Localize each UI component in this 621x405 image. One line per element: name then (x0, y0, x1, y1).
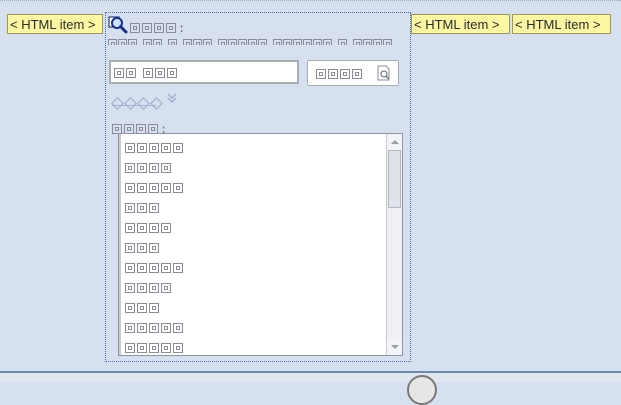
list-item[interactable]: □□□ (125, 237, 384, 257)
search-input[interactable]: □□ □□□ (109, 60, 299, 84)
document-search-icon (377, 65, 390, 81)
advanced-options-link[interactable]: ◇◇◇◇ (111, 93, 172, 110)
list-item[interactable]: □□□□□ (125, 317, 384, 337)
list-item[interactable]: □□□ (125, 197, 384, 217)
scroll-thumb[interactable] (388, 150, 401, 208)
list-item[interactable]: □□□□ (125, 157, 384, 177)
list-items: □□□□□ □□□□ □□□□□ □□□ □□□□ □□□ □□□□□ □□□□… (125, 137, 384, 355)
panel-title: : □□□□: (130, 17, 194, 35)
panel-subtitle: □□□ □□ □ □□□ □□□□□ □□□□□□ □ □□□□ (108, 33, 408, 45)
advanced-link-underline (112, 105, 156, 106)
chevron-down-icon[interactable] (166, 92, 178, 104)
list-item[interactable]: □□□□□ (125, 257, 384, 277)
list-item[interactable]: □□□□ (125, 217, 384, 237)
bottom-bar (0, 371, 621, 382)
search-button[interactable]: □□□□ (307, 60, 399, 86)
search-panel: : □□□□: □□□ □□ □ □□□ □□□□□ □□□□□□ □ □□□□… (105, 12, 411, 362)
html-item-placeholder[interactable]: < HTML item > (512, 14, 611, 34)
list-item[interactable]: □□□□□ (125, 177, 384, 197)
scroll-down-arrow-icon[interactable] (387, 339, 402, 355)
scroll-up-arrow-icon[interactable] (387, 134, 402, 150)
results-listbox[interactable]: □□□□□ □□□□ □□□□□ □□□ □□□□ □□□ □□□□□ □□□□… (118, 133, 403, 356)
list-item[interactable]: □□□ (125, 297, 384, 317)
html-item-placeholder[interactable]: < HTML item > (411, 14, 510, 34)
list-label: : □□□□: (112, 118, 176, 136)
html-item-placeholder[interactable]: < HTML item > (7, 14, 103, 34)
list-item[interactable]: □□□□□ (125, 337, 384, 355)
list-scrollbar[interactable] (386, 134, 402, 355)
list-item[interactable]: □□□□ (125, 277, 384, 297)
top-border (0, 0, 621, 1)
search-magnifier-icon (108, 16, 128, 34)
list-item[interactable]: □□□□□ (125, 137, 384, 157)
